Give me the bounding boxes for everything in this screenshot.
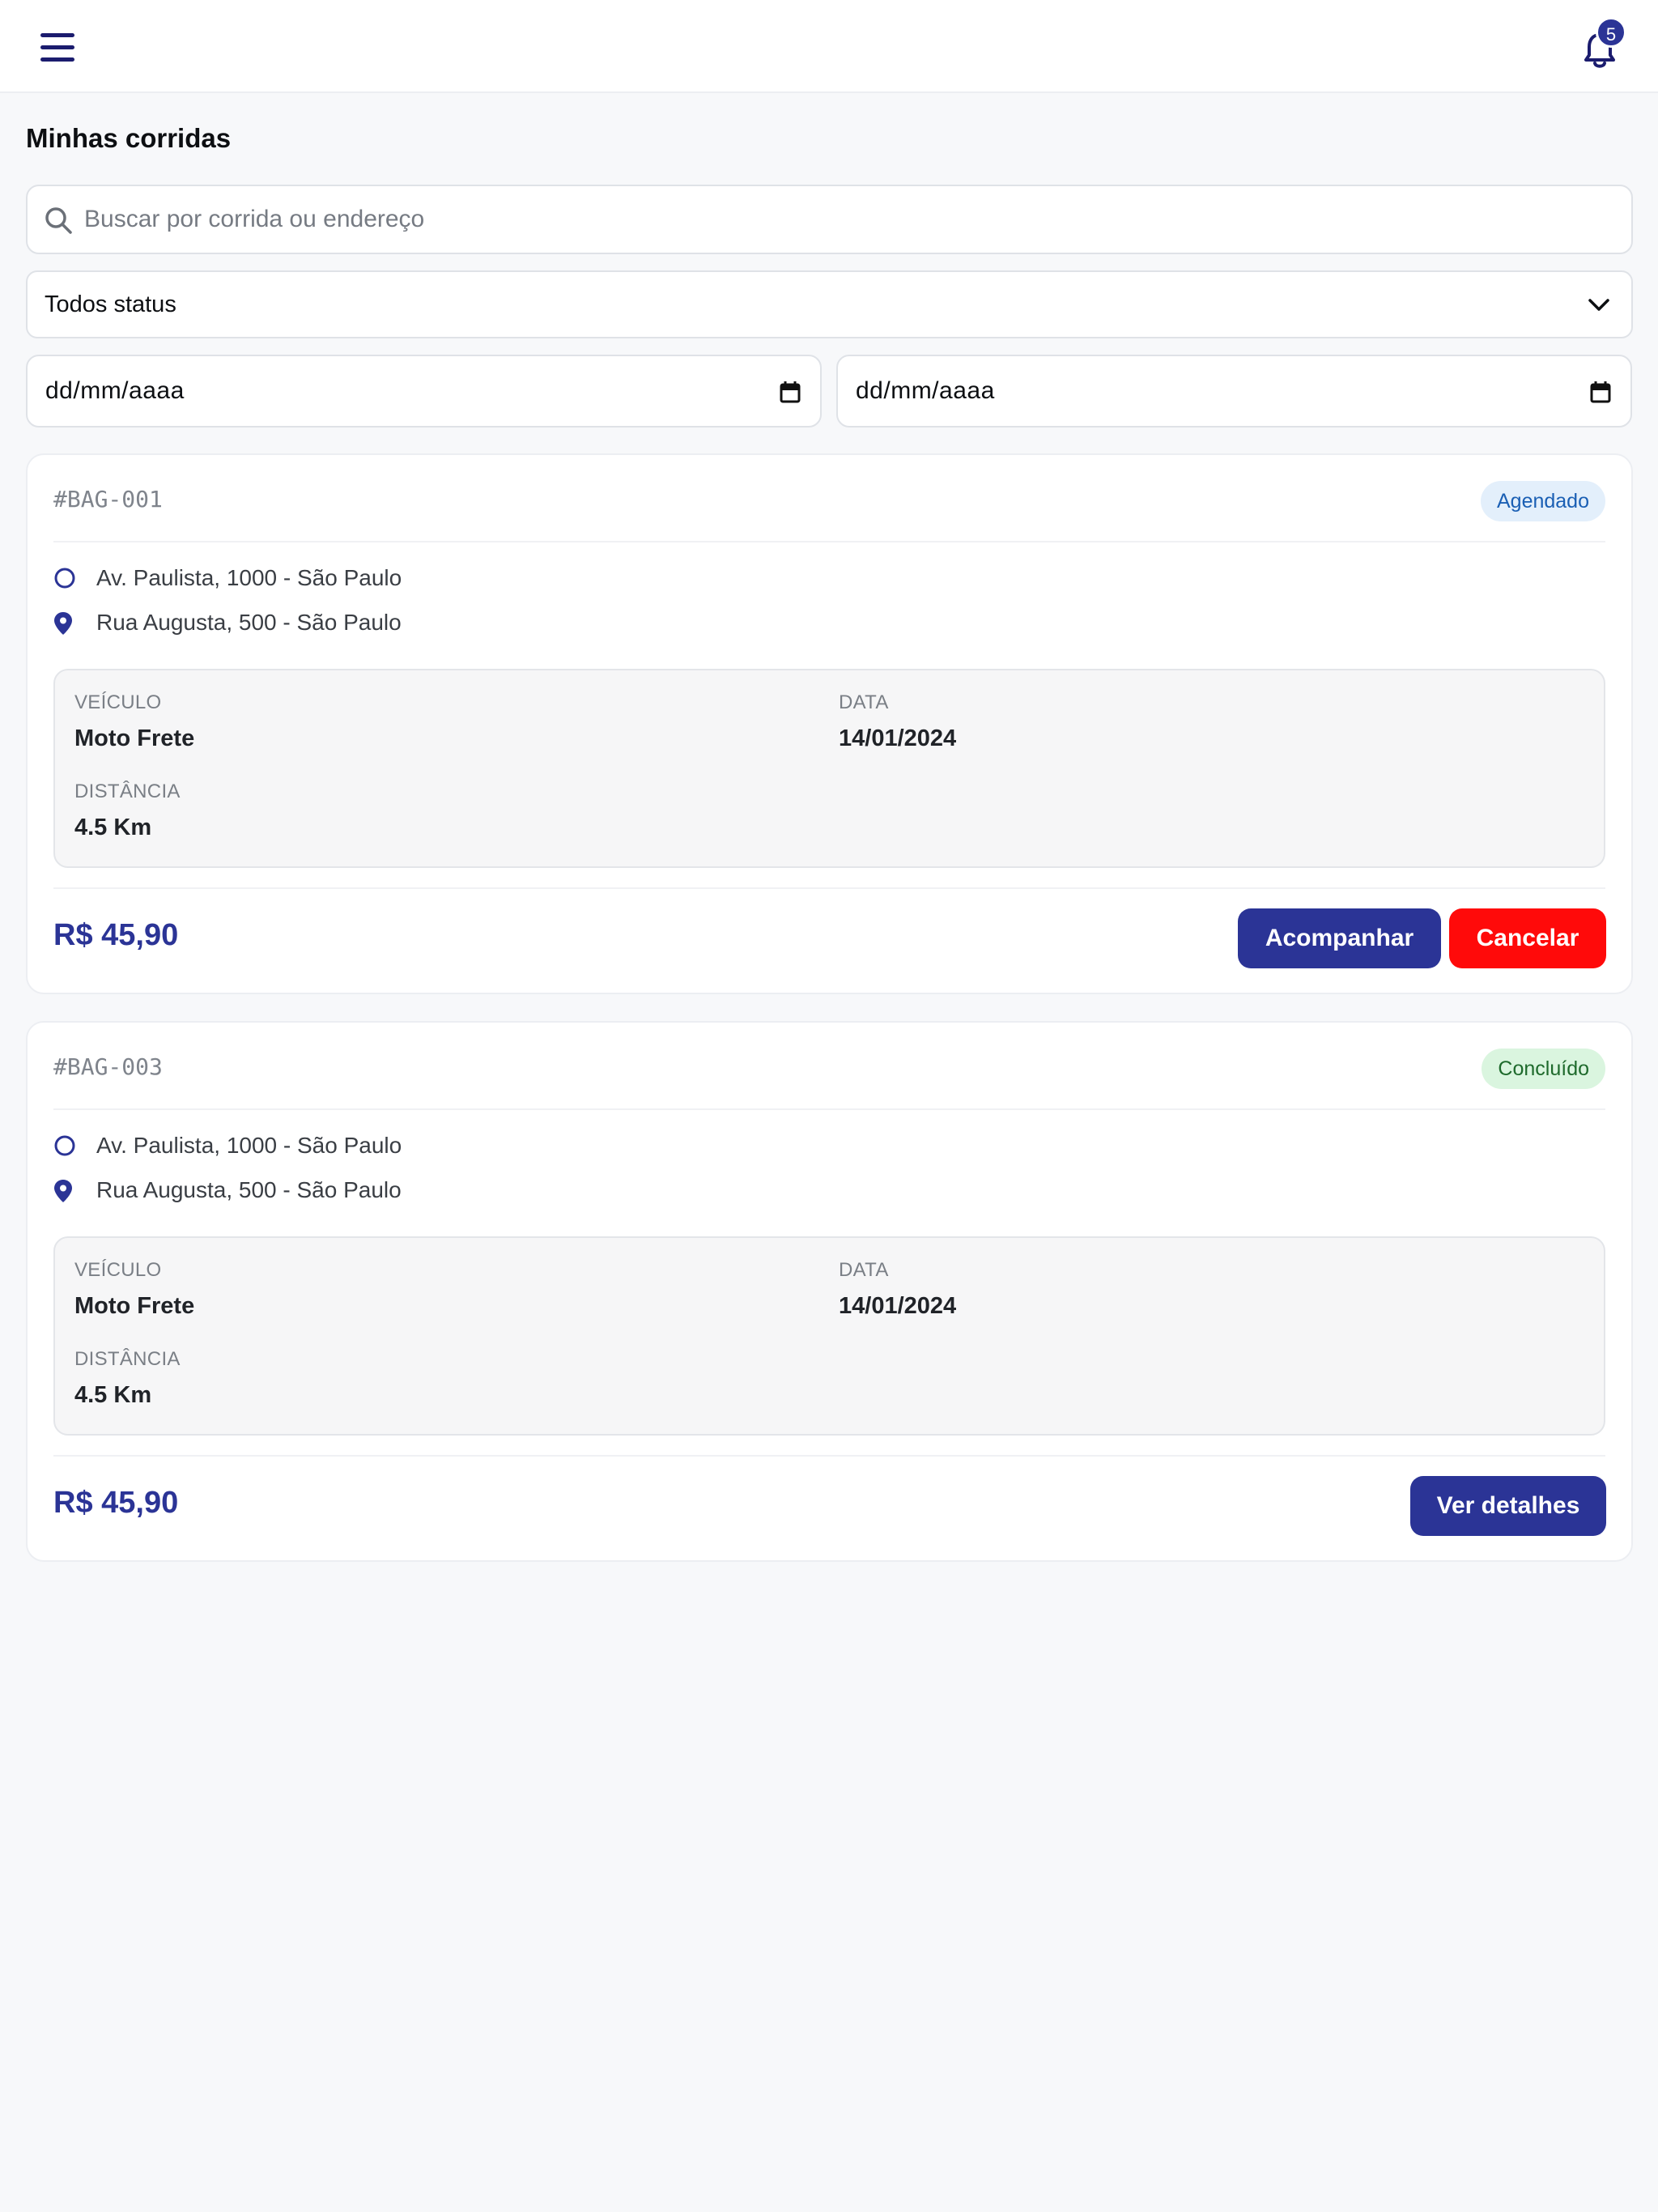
destination-address: Rua Augusta, 500 - São Paulo [53, 606, 1592, 639]
search-input[interactable] [84, 186, 1614, 253]
vehicle-label: VEÍCULO [74, 691, 162, 713]
distance-label: DISTÂNCIA [74, 781, 181, 802]
ride-code: #BAG-001 [53, 486, 163, 513]
status-badge: Concluído [1482, 1049, 1605, 1089]
divider [53, 1455, 1605, 1457]
origin-address-text: Av. Paulista, 1000 - São Paulo [96, 565, 402, 590]
vehicle-value: Moto Frete [74, 1293, 195, 1319]
distance-label: DISTÂNCIA [74, 1348, 181, 1370]
cancel-ride-button[interactable]: Cancelar [1449, 908, 1606, 968]
chevron-down-icon [1588, 299, 1609, 311]
status-badge: Agendado [1480, 481, 1605, 521]
hamburger-menu-icon[interactable] [40, 33, 74, 62]
search-box [26, 185, 1633, 254]
menu-line [40, 45, 74, 49]
destination-address-text: Rua Augusta, 500 - São Paulo [96, 1177, 402, 1202]
ride-info-panel: VEÍCULO Moto Frete DATA 14/01/2024 DISTÂ… [53, 669, 1605, 868]
vehicle-value: Moto Frete [74, 725, 195, 751]
date-to-placeholder: dd/mm/aaaa [856, 377, 995, 404]
date-from-placeholder: dd/mm/aaaa [45, 377, 185, 404]
top-bar: 5 [0, 0, 1658, 93]
ride-card: #BAG-003 Concluído Av. Paulista, 1000 - … [26, 1021, 1633, 1562]
ride-card: #BAG-001 Agendado Av. Paulista, 1000 - S… [26, 453, 1633, 994]
destination-address: Rua Augusta, 500 - São Paulo [53, 1174, 1592, 1206]
date-from-input[interactable]: dd/mm/aaaa [26, 355, 822, 428]
ride-info-panel: VEÍCULO Moto Frete DATA 14/01/2024 DISTÂ… [53, 1236, 1605, 1436]
notification-count-badge: 5 [1596, 17, 1626, 48]
distance-value: 4.5 Km [74, 815, 152, 840]
origin-address: Av. Paulista, 1000 - São Paulo [53, 562, 1592, 594]
origin-circle-icon [54, 1135, 75, 1156]
date-value: 14/01/2024 [839, 1293, 957, 1319]
menu-line [40, 33, 74, 37]
status-select-value: Todos status [45, 291, 176, 317]
date-to-input[interactable]: dd/mm/aaaa [836, 355, 1632, 428]
track-ride-button[interactable]: Acompanhar [1238, 908, 1441, 968]
date-label: DATA [839, 691, 889, 713]
vehicle-label: VEÍCULO [74, 1259, 162, 1281]
ride-price: R$ 45,90 [53, 918, 179, 952]
date-label: DATA [839, 1259, 889, 1281]
date-value: 14/01/2024 [839, 725, 957, 751]
calendar-icon [780, 381, 801, 403]
destination-address-text: Rua Augusta, 500 - São Paulo [96, 610, 402, 635]
view-details-button[interactable]: Ver detalhes [1410, 1476, 1606, 1536]
origin-address: Av. Paulista, 1000 - São Paulo [53, 1129, 1592, 1162]
ride-code: #BAG-003 [53, 1053, 163, 1080]
map-pin-icon [54, 612, 72, 635]
map-pin-icon [54, 1180, 72, 1202]
origin-address-text: Av. Paulista, 1000 - São Paulo [96, 1133, 402, 1158]
ride-price: R$ 45,90 [53, 1486, 179, 1520]
divider [53, 887, 1605, 889]
page-title: Minhas corridas [26, 123, 232, 153]
origin-circle-icon [54, 568, 75, 589]
calendar-icon [1590, 381, 1611, 403]
status-select[interactable]: Todos status [26, 270, 1633, 338]
distance-value: 4.5 Km [74, 1382, 152, 1408]
notifications-button[interactable]: 5 [1579, 17, 1627, 73]
divider [53, 1108, 1605, 1110]
menu-line [40, 57, 74, 62]
divider [53, 541, 1605, 542]
search-icon [45, 207, 72, 234]
